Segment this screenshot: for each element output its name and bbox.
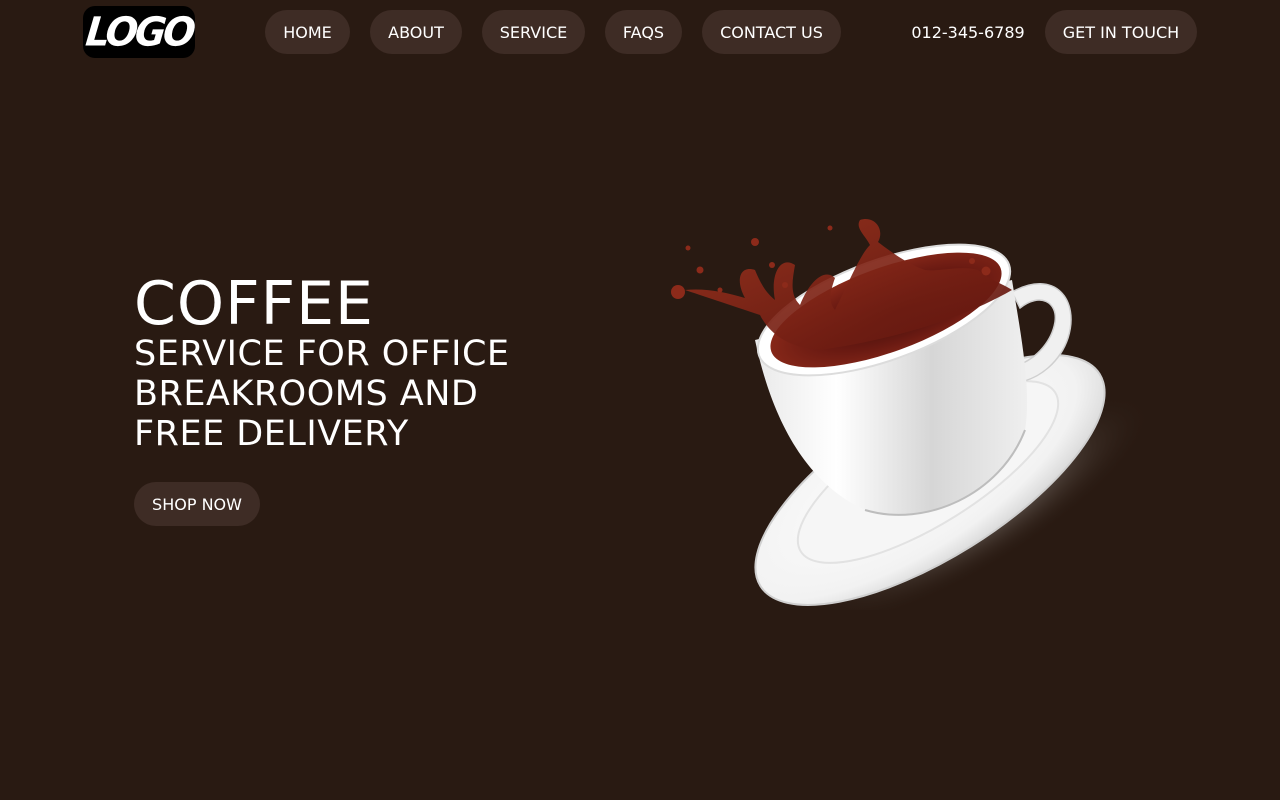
hero-subtitle: SERVICE FOR OFFICE BREAKROOMS AND FREE D… [134,334,510,454]
nav-home[interactable]: HOME [265,10,350,54]
nav-contact-us[interactable]: CONTACT US [702,10,841,54]
logo-wordmark: LOGO [83,8,195,56]
coffee-cup-splash-illustration [671,219,1153,610]
nav-about[interactable]: ABOUT [370,10,462,54]
hero-title: COFFEE [134,269,374,339]
nav-faqs[interactable]: FAQS [605,10,682,54]
shop-now-button[interactable]: SHOP NOW [134,482,260,526]
site-logo[interactable]: LOGO [83,6,195,58]
landing-page: LOGO HOME ABOUT SERVICE FAQS CONTACT US … [0,0,1280,800]
get-in-touch-button[interactable]: GET IN TOUCH [1045,10,1197,54]
phone-number-link[interactable]: 012-345-6789 [904,10,1032,54]
nav-service[interactable]: SERVICE [482,10,585,54]
